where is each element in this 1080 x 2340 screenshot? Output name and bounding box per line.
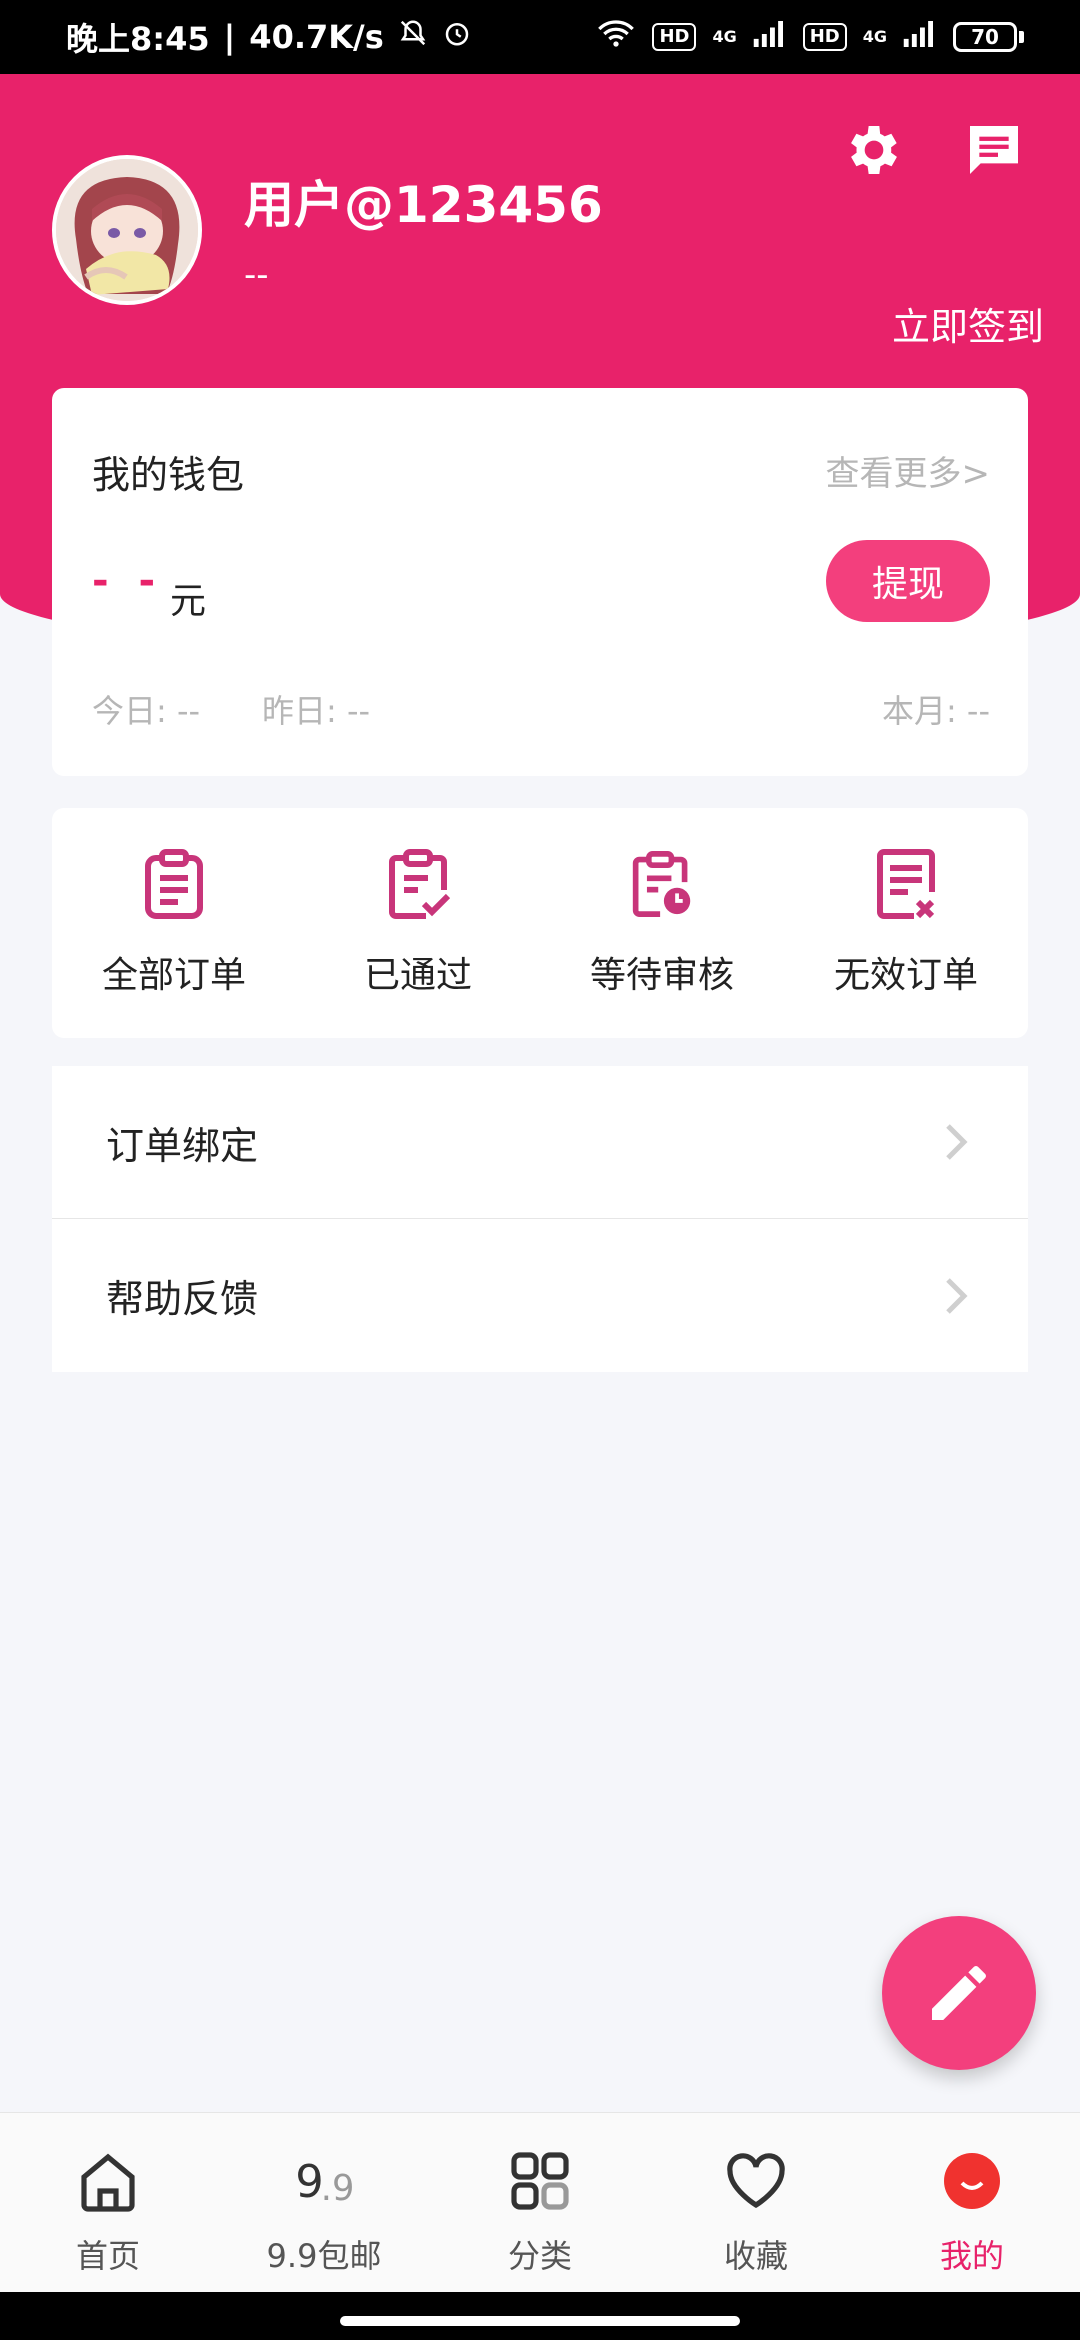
- grid-icon: [511, 2152, 569, 2210]
- network-type: 4G: [712, 27, 737, 46]
- document-x-icon: [877, 849, 935, 919]
- clipboard-clock-icon: [632, 851, 691, 917]
- orders-card: 全部订单 已通过 等待审核 无效订单: [52, 808, 1028, 1038]
- chevron-right-icon: [946, 1277, 968, 1314]
- nav-profile[interactable]: 我的: [864, 2113, 1080, 2293]
- order-pending[interactable]: 等待审核: [540, 808, 784, 1038]
- order-label: 等待审核: [589, 955, 734, 996]
- hd-badge: HD: [802, 23, 847, 51]
- battery-level: 70: [953, 22, 1017, 52]
- order-all[interactable]: 全部订单: [52, 808, 296, 1038]
- view-more-link[interactable]: 查看更多>: [826, 446, 991, 495]
- heart-icon: [727, 2153, 785, 2209]
- pencil-icon: [932, 1965, 986, 2020]
- nine-nine-icon: 9 .9: [295, 2155, 355, 2209]
- nav-label: 9.9包邮: [266, 2237, 382, 2275]
- avatar[interactable]: [52, 155, 202, 305]
- wallet-balance: - -: [92, 558, 164, 604]
- sign-in-button[interactable]: 立即签到: [892, 296, 1044, 351]
- nav-label: 我的: [939, 2237, 1004, 2275]
- network-speed: 40.7K/s: [249, 18, 384, 56]
- network-type: 4G: [862, 27, 887, 46]
- menu-item-label: 帮助反馈: [106, 1277, 259, 1321]
- message-icon[interactable]: [962, 118, 1026, 182]
- clipboard-list-icon: [145, 849, 203, 919]
- signal-icon: [903, 21, 937, 53]
- settings-icon[interactable]: [842, 118, 906, 182]
- wallet-title: 我的钱包: [92, 453, 245, 497]
- order-label: 已通过: [363, 955, 472, 996]
- nav-favorites[interactable]: 收藏: [648, 2113, 864, 2293]
- nav-home[interactable]: 首页: [0, 2113, 216, 2293]
- menu-item-order-binding[interactable]: 订单绑定: [52, 1066, 1028, 1219]
- menu-item-label: 订单绑定: [106, 1123, 259, 1168]
- month-earnings: 本月: --: [881, 692, 990, 730]
- status-bar: 晚上8:45 | 40.7K/s HD 4G HD 4G 70: [0, 0, 1080, 74]
- menu-item-help-feedback[interactable]: 帮助反馈: [52, 1219, 1028, 1372]
- hd-badge: HD: [652, 23, 697, 51]
- order-label: 无效订单: [833, 955, 978, 996]
- username: 用户@123456: [244, 176, 603, 234]
- status-time: 晚上8:45: [66, 20, 210, 58]
- currency-unit: 元: [170, 581, 207, 622]
- svg-text:.9: .9: [321, 2168, 355, 2209]
- clipboard-check-icon: [389, 849, 450, 919]
- order-invalid[interactable]: 无效订单: [784, 808, 1028, 1038]
- order-approved[interactable]: 已通过: [296, 808, 540, 1038]
- yesterday-earnings: 昨日: --: [262, 692, 371, 730]
- status-separator: |: [223, 18, 236, 56]
- order-label: 全部订单: [101, 955, 246, 996]
- withdraw-button[interactable]: 提现: [826, 540, 990, 622]
- alarm-icon: [442, 18, 472, 56]
- menu-list: 订单绑定 帮助反馈: [52, 1066, 1028, 1372]
- wifi-icon: [596, 19, 636, 55]
- bottom-navigation: 首页 9 .9 9.9包邮 分类 收藏 我的: [0, 2112, 1080, 2293]
- user-subtitle: --: [244, 255, 269, 295]
- today-earnings: 今日: --: [92, 692, 201, 730]
- svg-text:9: 9: [295, 2155, 324, 2208]
- home-indicator[interactable]: [340, 2316, 740, 2326]
- home-icon: [81, 2153, 135, 2212]
- wallet-card: 我的钱包 查看更多> - - 元 提现 今日: -- 昨日: -- 本月: --: [52, 388, 1028, 776]
- profile-icon: [944, 2153, 1000, 2209]
- nav-label: 分类: [507, 2237, 572, 2275]
- nav-label: 首页: [75, 2237, 140, 2275]
- battery-icon: 70: [953, 22, 1024, 52]
- signal-icon: [753, 21, 787, 53]
- nav-category[interactable]: 分类: [432, 2113, 648, 2293]
- chevron-right-icon: [946, 1124, 968, 1160]
- nav-nine-nine[interactable]: 9 .9 9.9包邮: [216, 2113, 432, 2293]
- edit-fab-button[interactable]: [882, 1916, 1036, 2070]
- nav-label: 收藏: [723, 2237, 788, 2275]
- mute-icon: [398, 18, 428, 56]
